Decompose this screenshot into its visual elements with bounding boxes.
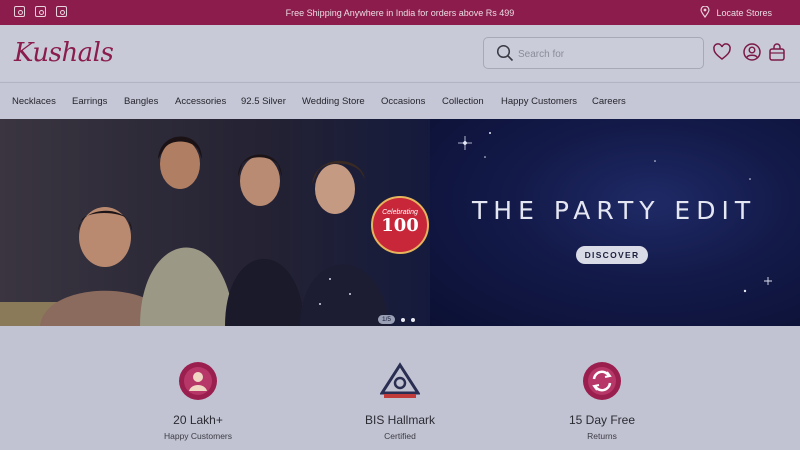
nav-wedding-store[interactable]: Wedding Store [302,96,365,107]
site-header: Kushals [0,25,800,81]
locate-stores-link[interactable]: Locate Stores [716,8,772,18]
carousel-dot[interactable] [411,317,416,322]
shopping-bag-icon[interactable] [767,42,787,62]
search-box[interactable] [483,37,704,69]
feature-happy-customers: 20 Lakh+ Happy Customers [118,361,278,441]
nav-accessories[interactable]: Accessories [175,96,226,107]
hero-headline: THE PARTY EDIT [472,196,757,225]
carousel-dot[interactable] [401,317,406,322]
feature-subtitle: Certified [384,431,416,441]
nav-silver[interactable]: 92.5 Silver [241,96,286,107]
features-strip: 20 Lakh+ Happy Customers BIS Hallmark Ce… [0,326,800,450]
feature-subtitle: Returns [587,431,617,441]
feature-subtitle: Happy Customers [163,431,233,441]
happy-customer-icon [179,362,217,400]
nav-occasions[interactable]: Occasions [381,96,425,107]
shipping-promo-text: Free Shipping Anywhere in India for orde… [285,8,515,18]
brand-logo[interactable]: Kushals [14,38,114,68]
feature-title: 15 Day Free [568,413,636,427]
nav-careers[interactable]: Careers [592,96,626,107]
discover-button[interactable]: DISCOVER [576,246,648,264]
feature-title: 20 Lakh+ [173,413,223,427]
bis-hallmark-icon [379,362,421,398]
returns-icon [583,362,621,400]
carousel-page-indicator: 1/5 [378,315,396,324]
search-icon[interactable] [496,44,514,62]
nav-earrings[interactable]: Earrings [72,96,107,107]
nav-happy-customers[interactable]: Happy Customers [501,96,577,107]
location-pin-icon[interactable] [700,6,710,18]
search-input[interactable] [518,44,688,64]
feature-free-returns: 15 Day Free Returns [522,361,682,441]
account-user-icon[interactable] [742,42,762,62]
nav-necklaces[interactable]: Necklaces [12,96,56,107]
celebrating-100-badge: Celebrating 100 [371,196,429,254]
main-navigation: Necklaces Earrings Bangles Accessories 9… [0,82,800,119]
carousel-pagination[interactable]: 1/5 [378,315,416,324]
top-promo-bar: Free Shipping Anywhere in India for orde… [0,0,800,25]
feature-title: BIS Hallmark [364,413,435,427]
feature-bis-hallmark: BIS Hallmark Certified [320,361,480,441]
wishlist-heart-icon[interactable] [712,42,732,62]
nav-bangles[interactable]: Bangles [124,96,158,107]
hero-banner[interactable]: Celebrating 100 THE PARTY EDIT DISCOVER … [0,119,800,326]
nav-collection[interactable]: Collection [442,96,484,107]
